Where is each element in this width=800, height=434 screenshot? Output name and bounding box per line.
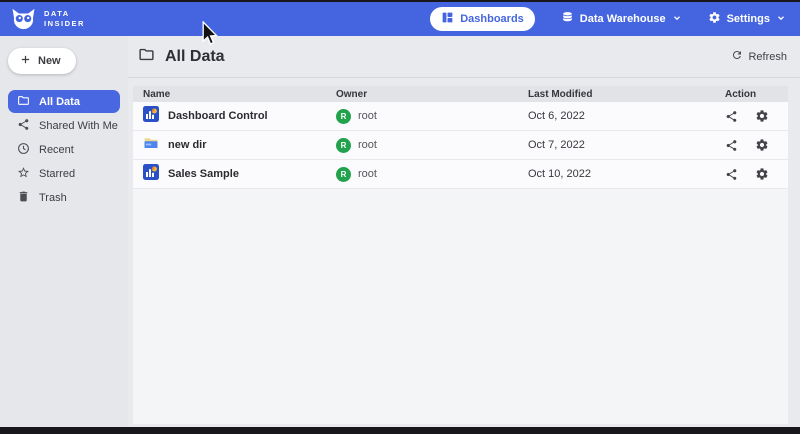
nav-settings-button[interactable]: Settings <box>708 11 786 27</box>
table-row[interactable]: Sales Sample R root Oct 10, 2022 <box>133 160 788 189</box>
folder-icon <box>17 94 30 110</box>
last-modified-date: Oct 7, 2022 <box>528 139 725 151</box>
file-name[interactable]: new dir <box>168 139 207 151</box>
page-title-bar: All Data Refresh <box>128 36 800 78</box>
share-icon[interactable] <box>725 110 738 123</box>
table-row[interactable]: new dir R root Oct 7, 2022 <box>133 131 788 160</box>
app-logo[interactable]: DATA INSIDER <box>10 8 85 30</box>
share-icon[interactable] <box>725 139 738 152</box>
sidebar-item-all-data[interactable]: All Data <box>8 90 120 113</box>
owner-name: root <box>358 139 377 151</box>
new-button-label: New <box>38 55 61 67</box>
column-header-owner: Owner <box>336 89 528 100</box>
chevron-down-icon <box>672 13 682 26</box>
refresh-button[interactable]: Refresh <box>731 49 787 64</box>
nav-data-warehouse-label: Data Warehouse <box>580 13 666 25</box>
share-icon <box>17 118 30 134</box>
gear-icon[interactable] <box>755 167 769 181</box>
window-bottom-edge <box>0 427 800 434</box>
new-button[interactable]: New <box>8 48 76 74</box>
refresh-icon <box>731 49 743 64</box>
dashboard-grid-icon <box>441 11 454 27</box>
folder-icon <box>138 46 155 68</box>
nav-dashboards-label: Dashboards <box>460 13 524 25</box>
column-header-action: Action <box>725 89 788 100</box>
clock-icon <box>17 142 30 158</box>
chevron-down-icon <box>776 13 786 26</box>
database-icon <box>561 11 574 27</box>
column-header-last-modified: Last Modified <box>528 89 725 100</box>
nav-data-warehouse-button[interactable]: Data Warehouse <box>561 11 682 27</box>
file-table-card: Name Owner Last Modified Action <box>133 86 788 424</box>
table-header-row: Name Owner Last Modified Action <box>133 86 788 102</box>
sidebar-item-label: Starred <box>39 168 75 180</box>
last-modified-date: Oct 6, 2022 <box>528 110 725 122</box>
star-icon <box>17 166 30 182</box>
gear-icon <box>708 11 721 27</box>
top-header-bar: DATA INSIDER Dashboards <box>0 2 800 36</box>
gear-icon[interactable] <box>755 109 769 123</box>
chart-file-icon <box>143 106 159 127</box>
share-icon[interactable] <box>725 168 738 181</box>
page-body: New All Data Shared With Me <box>0 36 800 427</box>
sidebar-item-label: All Data <box>39 96 80 108</box>
app-window: DATA INSIDER Dashboards <box>0 0 800 434</box>
owner-name: root <box>358 168 377 180</box>
sidebar-nav: All Data Shared With Me Recent <box>0 90 128 209</box>
sidebar: New All Data Shared With Me <box>0 36 128 427</box>
chart-file-icon <box>143 164 159 185</box>
owner-avatar: R <box>336 167 351 182</box>
refresh-label: Refresh <box>748 51 787 63</box>
nav-settings-label: Settings <box>727 13 770 25</box>
sidebar-item-shared-with-me[interactable]: Shared With Me <box>8 114 120 137</box>
last-modified-date: Oct 10, 2022 <box>528 168 725 180</box>
sidebar-item-recent[interactable]: Recent <box>8 138 120 161</box>
column-header-name: Name <box>143 89 336 100</box>
file-name[interactable]: Sales Sample <box>168 168 239 180</box>
folder-file-icon <box>143 135 159 156</box>
plus-icon <box>20 54 31 68</box>
owner-name: root <box>358 110 377 122</box>
owner-avatar: R <box>336 138 351 153</box>
sidebar-item-starred[interactable]: Starred <box>8 162 120 185</box>
nav-dashboards-button[interactable]: Dashboards <box>430 7 535 31</box>
sidebar-item-label: Trash <box>39 192 67 204</box>
sidebar-item-label: Recent <box>39 144 74 156</box>
page-title: All Data <box>165 48 225 66</box>
trash-icon <box>17 190 30 206</box>
file-name[interactable]: Dashboard Control <box>168 110 268 122</box>
top-navigation: Dashboards Data Warehouse <box>430 7 786 31</box>
sidebar-item-trash[interactable]: Trash <box>8 186 120 209</box>
sidebar-item-label: Shared With Me <box>39 120 118 132</box>
app-name: DATA INSIDER <box>44 9 85 29</box>
owl-logo-icon <box>10 8 37 30</box>
owner-avatar: R <box>336 109 351 124</box>
table-row[interactable]: Dashboard Control R root Oct 6, 2022 <box>133 102 788 131</box>
gear-icon[interactable] <box>755 138 769 152</box>
main-content: All Data Refresh Name Owner Last Modifie… <box>128 36 800 427</box>
